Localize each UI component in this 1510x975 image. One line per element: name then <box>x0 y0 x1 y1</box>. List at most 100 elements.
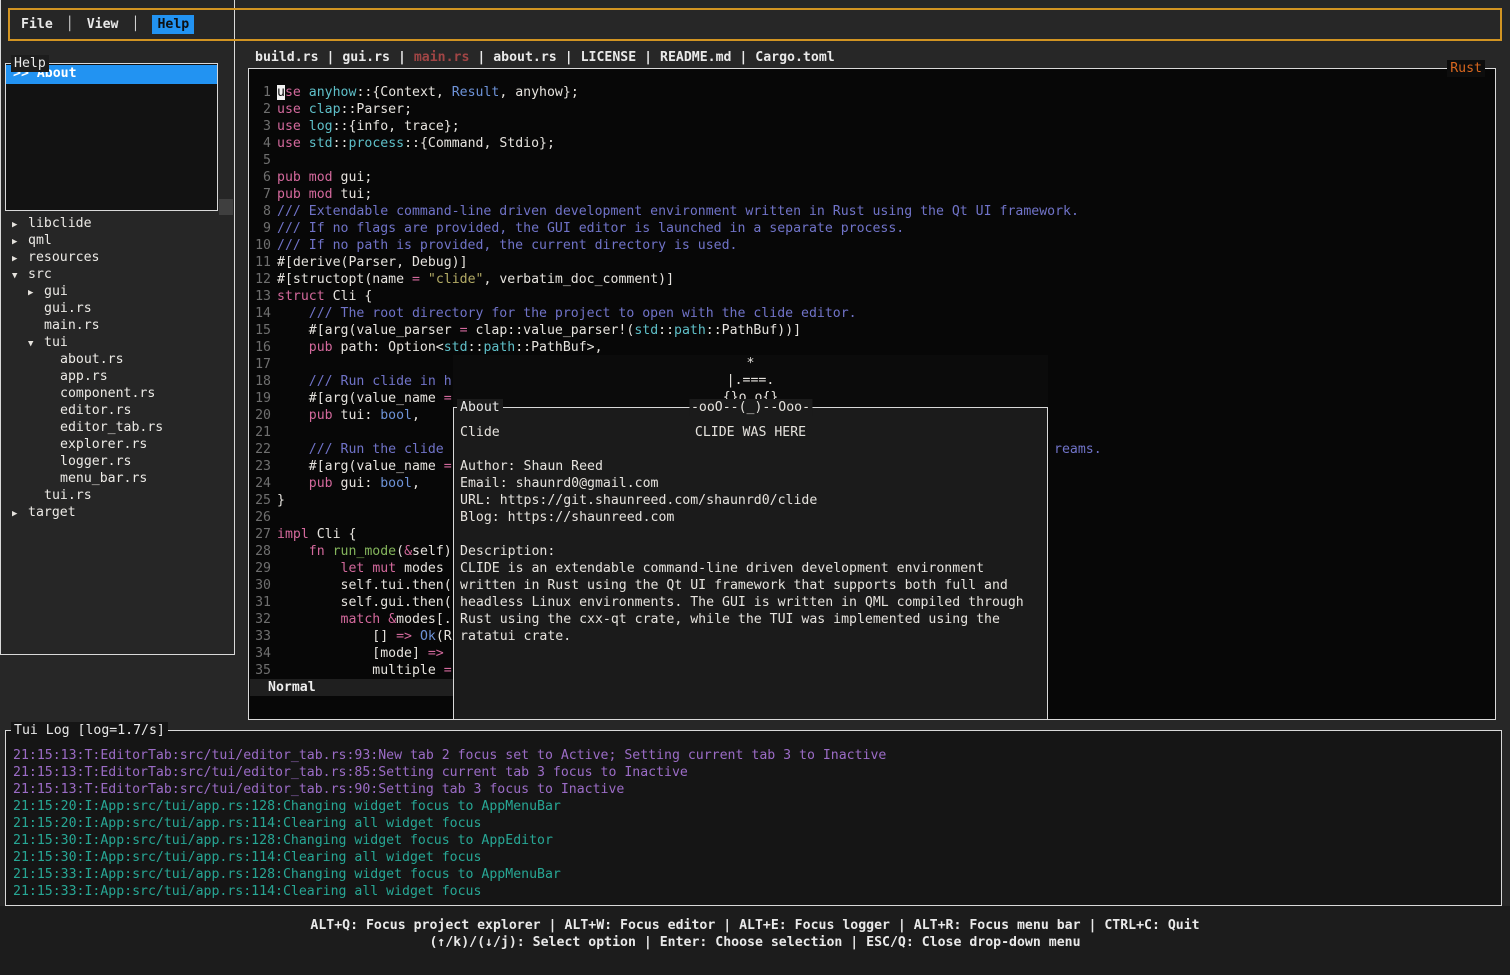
line-number: 28 <box>252 543 271 560</box>
help-dropdown-title: Help <box>11 55 49 72</box>
shortcut-bar: ALT+Q: Focus project explorer | ALT+W: F… <box>0 906 1510 975</box>
log-entry: 21:15:20:I:App:src/tui/app.rs:114:Cleari… <box>13 815 1499 832</box>
code-text: /// Run clide in h <box>271 374 452 389</box>
about-popup-row: Rust using the cxx-qt crate, while the T… <box>460 611 1043 628</box>
code-text: pub mod gui; <box>271 170 372 185</box>
about-popup-row: written in Rust using the Qt UI framewor… <box>460 577 1043 594</box>
explorer-item-label: explorer.rs <box>60 437 147 452</box>
about-popup: * |.===. {}o o{} About -ooO--(_)--Ooo- C… <box>453 355 1048 720</box>
about-popup-row: CLIDE is an extendable command-line driv… <box>460 560 1043 577</box>
code-text: /// Extendable command-line driven devel… <box>271 204 1079 219</box>
tui-log-panel[interactable]: Tui Log [log=1.7/s] 21:15:13:T:EditorTab… <box>5 730 1502 906</box>
tab-about.rs[interactable]: about.rs <box>493 50 557 65</box>
code-text: match &modes[. <box>271 612 452 627</box>
explorer-item-label: editor_tab.rs <box>60 420 163 435</box>
tab-build.rs[interactable]: build.rs <box>255 50 319 65</box>
code-line-6[interactable]: 6pub mod gui; <box>249 169 1494 186</box>
explorer-item-label: app.rs <box>60 369 108 384</box>
about-popup-row: headless Linux environments. The GUI is … <box>460 594 1043 611</box>
code-text: [] => Ok(R <box>271 629 452 644</box>
code-text: #[arg(value_name = <box>271 459 452 474</box>
tab-separator: | <box>390 50 414 65</box>
code-line-7[interactable]: 7pub mod tui; <box>249 186 1494 203</box>
log-entry: 21:15:30:I:App:src/tui/app.rs:114:Cleari… <box>13 849 1499 866</box>
menu-item-file[interactable]: File <box>21 16 53 33</box>
code-text: pub path: Option<std::path::PathBuf>, <box>271 340 603 355</box>
line-number: 33 <box>252 628 271 645</box>
line-number: 9 <box>252 220 271 237</box>
log-entry: 21:15:30:I:App:src/tui/app.rs:128:Changi… <box>13 832 1499 849</box>
code-text: multiple = <box>271 663 452 678</box>
shortcut-line-2: (↑/k)/(↓/j): Select option | Enter: Choo… <box>0 934 1510 951</box>
line-number: 12 <box>252 271 271 288</box>
tab-Cargo.toml[interactable]: Cargo.toml <box>755 50 834 65</box>
code-line-3[interactable]: 3use log::{info, trace}; <box>249 118 1494 135</box>
explorer-item-label: resources <box>28 250 99 265</box>
about-popup-row: ratatui crate. <box>460 628 1043 645</box>
line-number: 25 <box>252 492 271 509</box>
line-number: 8 <box>252 203 271 220</box>
code-text: use std::process::{Command, Stdio}; <box>271 136 555 151</box>
folder-collapsed-icon: ▶ <box>12 506 28 523</box>
code-line-14[interactable]: 14 /// The root directory for the projec… <box>249 305 1494 322</box>
code-text: use log::{info, trace}; <box>271 119 460 134</box>
code-line-12[interactable]: 12#[structopt(name = "clide", verbatim_d… <box>249 271 1494 288</box>
line-number: 10 <box>252 237 271 254</box>
tab-README.md[interactable]: README.md <box>660 50 731 65</box>
dropdown-scrollbar-handle[interactable] <box>219 199 233 215</box>
code-line-16[interactable]: 16 pub path: Option<std::path::PathBuf>, <box>249 339 1494 356</box>
about-popup-row: URL: https://git.shaunreed.com/shaunrd0/… <box>460 492 1043 509</box>
explorer-item-label: qml <box>28 233 52 248</box>
code-line-9[interactable]: 9/// If no flags are provided, the GUI e… <box>249 220 1494 237</box>
tab-gui.rs[interactable]: gui.rs <box>342 50 390 65</box>
help-dropdown-menu: Help >> About <box>5 63 218 211</box>
code-line-8[interactable]: 8/// Extendable command-line driven deve… <box>249 203 1494 220</box>
line-number: 29 <box>252 560 271 577</box>
code-line-10[interactable]: 10/// If no path is provided, the curren… <box>249 237 1494 254</box>
code-text: struct Cli { <box>271 289 372 304</box>
line-number: 7 <box>252 186 271 203</box>
about-popup-title: About <box>457 399 503 416</box>
explorer-item-label: libclide <box>28 216 92 231</box>
code-line-15[interactable]: 15 #[arg(value_parser = clap::value_pars… <box>249 322 1494 339</box>
line-number: 6 <box>252 169 271 186</box>
code-text: /// If no path is provided, the current … <box>271 238 738 253</box>
line-number: 31 <box>252 594 271 611</box>
code-line-11[interactable]: 11#[derive(Parser, Debug)] <box>249 254 1494 271</box>
code-line-4[interactable]: 4use std::process::{Command, Stdio}; <box>249 135 1494 152</box>
line-number: 18 <box>252 373 271 390</box>
line-number: 27 <box>252 526 271 543</box>
explorer-item-label: gui.rs <box>44 301 92 316</box>
code-text: } <box>271 493 285 508</box>
line-number: 5 <box>252 152 271 169</box>
menu-item-help[interactable]: Help <box>152 15 194 34</box>
code-line-1[interactable]: 1use anyhow::{Context, Result, anyhow}; <box>249 84 1494 101</box>
menu-separator: │ <box>131 16 139 33</box>
code-line-13[interactable]: 13struct Cli { <box>249 288 1494 305</box>
explorer-item-label: main.rs <box>44 318 100 333</box>
code-line-2[interactable]: 2use clap::Parser; <box>249 101 1494 118</box>
line-number: 2 <box>252 101 271 118</box>
line-number: 17 <box>252 356 271 373</box>
code-text: /// The root directory for the project t… <box>271 306 857 321</box>
editor-tab-bar: build.rs | gui.rs | main.rs | about.rs |… <box>255 49 835 66</box>
editor-mode-strip: Normal <box>250 679 454 696</box>
tab-separator: | <box>557 50 581 65</box>
explorer-item-label: src <box>28 267 52 282</box>
explorer-item-label: menu_bar.rs <box>60 471 147 486</box>
line-number: 24 <box>252 475 271 492</box>
code-text: pub gui: bool, <box>271 476 420 491</box>
code-text: use clap::Parser; <box>271 102 412 117</box>
code-line-5[interactable]: 5 <box>249 152 1494 169</box>
line-number: 35 <box>252 662 271 679</box>
menu-bar-items: File│View│Help <box>21 15 194 34</box>
code-text: use anyhow::{Context, Result, anyhow}; <box>271 85 579 100</box>
tab-LICENSE[interactable]: LICENSE <box>581 50 637 65</box>
menu-item-view[interactable]: View <box>87 16 119 33</box>
editor-mode: Normal <box>250 680 316 695</box>
ascii-art-line: * <box>453 355 1048 372</box>
about-popup-row: Author: Shaun Reed <box>460 458 1043 475</box>
explorer-item-label: editor.rs <box>60 403 131 418</box>
tab-main.rs[interactable]: main.rs <box>414 50 470 65</box>
line-number: 11 <box>252 254 271 271</box>
